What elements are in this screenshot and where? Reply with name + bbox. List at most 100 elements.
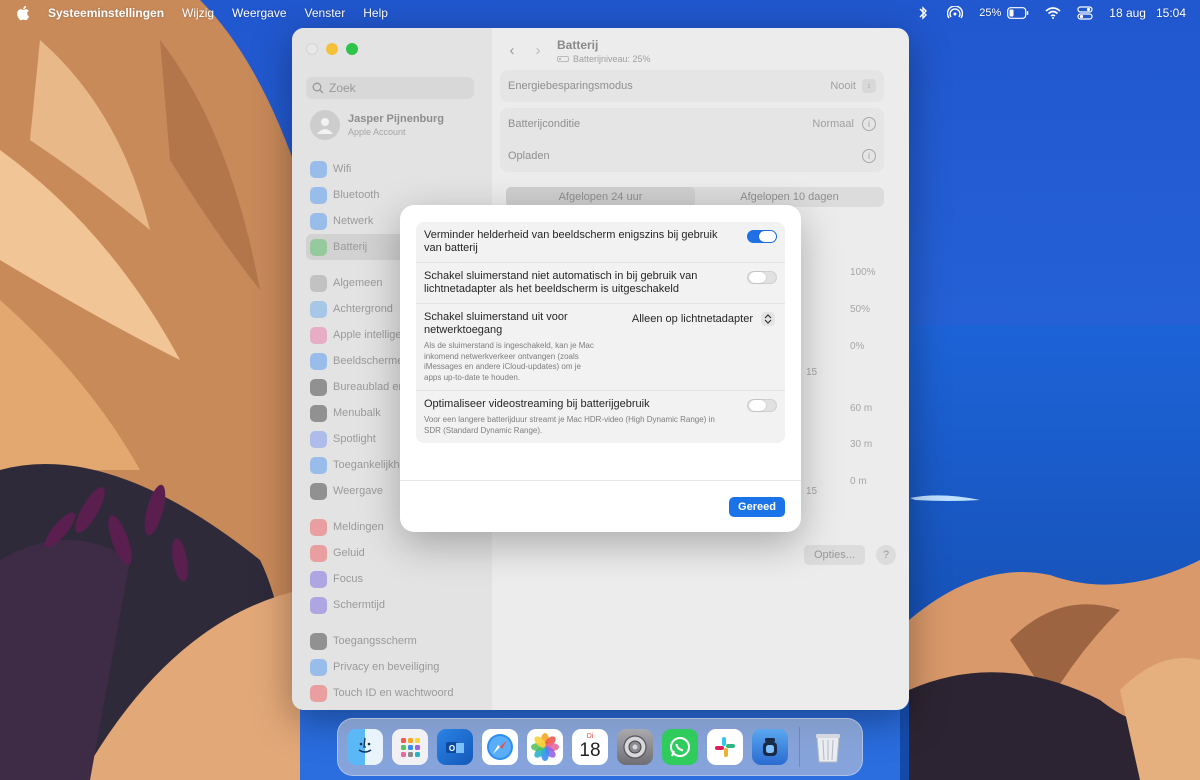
photos-icon[interactable]: [527, 729, 563, 765]
popup-chevrons-icon: [761, 312, 775, 326]
sidebar-item-label: Achtergrond: [333, 303, 393, 315]
sidebar-toegangsscherm-icon: [310, 632, 327, 650]
energy-mode-row[interactable]: Energiebesparingsmodus Nooit ↕: [500, 70, 884, 102]
menu-app-name[interactable]: Systeeminstellingen: [48, 6, 164, 20]
tab-last-24-hours[interactable]: Afgelopen 24 uur: [506, 187, 695, 207]
option-dim-display-label: Verminder helderheid van beeldscherm eni…: [424, 229, 718, 254]
sidebar-item-label: Privacy en beveiliging: [333, 661, 440, 673]
sidebar-bluetooth-icon: [310, 186, 327, 204]
sidebar-wifi-icon: [310, 160, 327, 178]
options-button[interactable]: Opties...: [804, 545, 865, 565]
axis-label-100: 100%: [850, 267, 876, 278]
sidebar-item-touch-id-en-wachtwoord[interactable]: Touch ID en wachtwoord: [306, 680, 481, 706]
sheet-divider: [400, 480, 801, 481]
airplay-icon[interactable]: [947, 6, 964, 20]
sidebar-item-label: Schermtijd: [333, 599, 385, 611]
sidebar-item-label: Netwerk: [333, 215, 374, 227]
prevent-sleep-toggle[interactable]: [747, 271, 777, 284]
minimize-window-button[interactable]: [326, 43, 338, 55]
dim-display-toggle[interactable]: [747, 230, 777, 243]
sidebar-beeldscherme-icon: [310, 352, 327, 370]
axis-label-0: 0%: [850, 341, 865, 352]
menu-date[interactable]: 18 aug: [1109, 6, 1146, 20]
pane-subtitle: Batterijniveau: 25%: [557, 54, 651, 64]
sidebar-touch-id-en-wachtwoord-icon: [310, 684, 327, 702]
network-wake-popup[interactable]: Alleen op lichtnetadapter: [632, 312, 775, 326]
option-video-streaming-description: Voor een langere batterijduur streamt je…: [424, 415, 715, 435]
sidebar-item-label: Focus: [333, 573, 363, 585]
sidebar-weergave-icon: [310, 482, 327, 500]
sidebar-item-geluid[interactable]: Geluid: [306, 540, 481, 566]
sidebar-schermtijd-icon: [310, 596, 327, 614]
option-dim-display: Verminder helderheid van beeldscherm eni…: [416, 222, 785, 263]
bluetooth-icon[interactable]: [915, 6, 931, 20]
battery-condition-label: Batterijconditie: [508, 118, 581, 130]
safari-icon[interactable]: [482, 729, 518, 765]
sidebar-search-field[interactable]: Zoek: [306, 77, 474, 99]
sidebar-item-label: Toegangsscherm: [333, 635, 417, 647]
sidebar-item-label: Geluid: [333, 547, 365, 559]
axis-tick-15: 15: [806, 486, 818, 497]
forward-chevron-icon[interactable]: ›: [528, 40, 548, 60]
option-prevent-sleep: Schakel sluimerstand niet automatisch in…: [416, 263, 785, 304]
outlook-icon[interactable]: O: [437, 729, 473, 765]
sidebar-item-label: Meldingen: [333, 521, 384, 533]
whatsapp-icon[interactable]: [662, 729, 698, 765]
menu-weergave[interactable]: Weergave: [232, 6, 286, 20]
sidebar-item-label: Apple intellige: [333, 329, 402, 341]
sidebar-item-label: Touch ID en wachtwoord: [333, 687, 454, 699]
sidebar-item-label: Bluetooth: [333, 189, 380, 201]
menu-help[interactable]: Help: [363, 6, 388, 20]
close-window-button[interactable]: [306, 43, 318, 55]
apple-menu-icon[interactable]: [16, 5, 30, 21]
sidebar-item-label: Bureaublad en: [333, 381, 405, 393]
menu-time[interactable]: 15:04: [1156, 6, 1186, 20]
battery-icon[interactable]: [1007, 6, 1029, 20]
dock: O Di 18: [337, 718, 863, 776]
charging-label: Opladen: [508, 150, 550, 162]
battery-percentage: 25%: [979, 7, 1002, 19]
axis-label-50: 50%: [850, 304, 871, 315]
sidebar-item-toegangsscherm[interactable]: Toegangsscherm: [306, 628, 481, 654]
zoom-window-button[interactable]: [346, 43, 358, 55]
apple-account[interactable]: Jasper Pijnenburg Apple Account: [310, 110, 444, 140]
dock-separator: [799, 727, 800, 767]
trash-icon[interactable]: [810, 729, 846, 765]
sidebar-item-wifi[interactable]: Wifi: [306, 156, 481, 182]
battery-condition-row: Batterijconditie Normaal i: [500, 108, 884, 140]
sidebar-algemeen-icon: [310, 274, 327, 292]
option-network-wake-description: Als de sluimerstand is ingeschakeld, kan…: [424, 341, 594, 382]
video-streaming-toggle[interactable]: [747, 399, 777, 412]
tab-last-10-days[interactable]: Afgelopen 10 dagen: [695, 187, 884, 207]
sidebar-item-label: Weergave: [333, 485, 383, 497]
launchpad-icon[interactable]: [392, 729, 428, 765]
done-button[interactable]: Gereed: [729, 497, 785, 517]
menu-venster[interactable]: Venster: [305, 6, 346, 20]
control-center-icon[interactable]: [1077, 6, 1093, 20]
info-icon[interactable]: i: [862, 117, 876, 131]
sidebar-item-focus[interactable]: Focus: [306, 566, 481, 592]
back-chevron-icon[interactable]: ‹: [502, 40, 522, 60]
sidebar-item-label: Algemeen: [333, 277, 383, 289]
wifi-icon[interactable]: [1045, 6, 1061, 20]
battery-level-icon: [557, 56, 569, 62]
sidebar-item-privacy-en-beveiliging[interactable]: Privacy en beveiliging: [306, 654, 481, 680]
sidebar-item-schermtijd[interactable]: Schermtijd: [306, 592, 481, 618]
menu-wijzig[interactable]: Wijzig: [182, 6, 214, 20]
help-button[interactable]: ?: [876, 545, 896, 565]
battery-condition-value: Normaal: [812, 118, 854, 130]
sidebar-toegankelijkh-icon: [310, 456, 327, 474]
slack-icon[interactable]: [707, 729, 743, 765]
info-icon[interactable]: i: [862, 149, 876, 163]
popup-chevrons-icon: ↕: [862, 79, 876, 93]
sidebar-achtergrond-icon: [310, 300, 327, 318]
svg-text:O: O: [449, 744, 455, 753]
finder-icon[interactable]: [347, 729, 383, 765]
calendar-icon[interactable]: Di 18: [572, 729, 608, 765]
jar-app-icon[interactable]: [752, 729, 788, 765]
battery-options-sheet: Verminder helderheid van beeldscherm eni…: [400, 205, 801, 532]
person-icon: [317, 118, 333, 134]
system-settings-icon[interactable]: [617, 729, 653, 765]
sidebar-bureaublad-en-icon: [310, 378, 327, 396]
